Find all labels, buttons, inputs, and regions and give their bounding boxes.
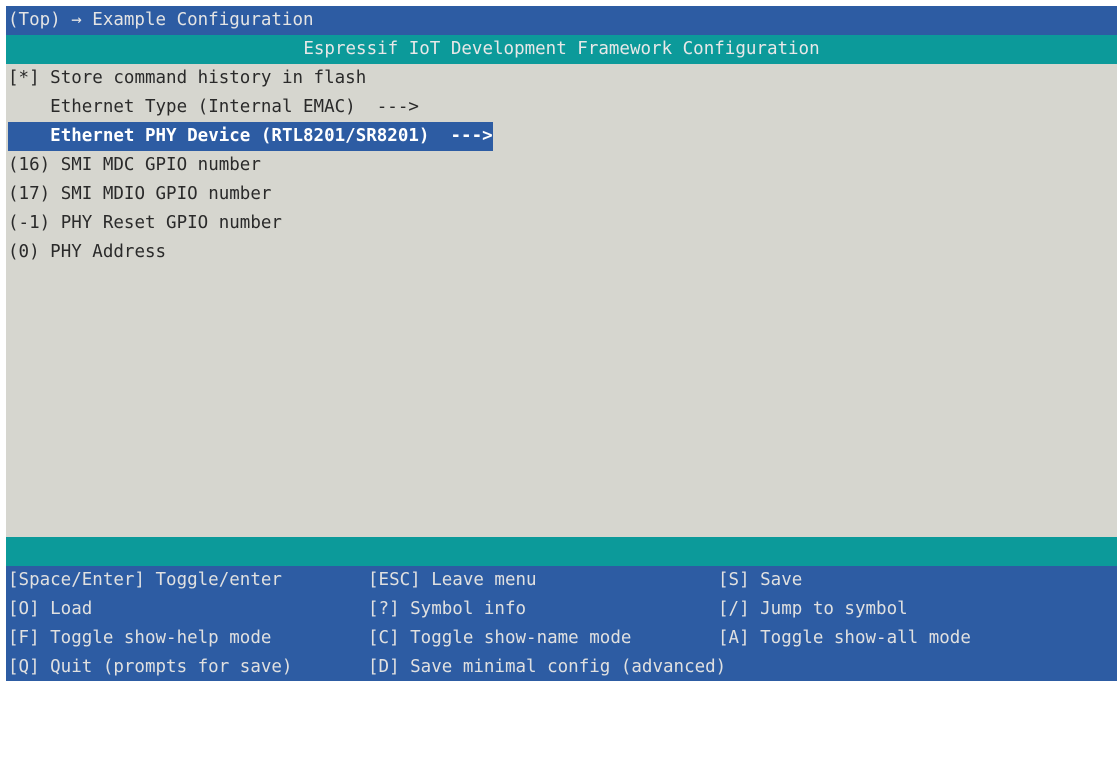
key-leave-menu[interactable]: [ESC] Leave menu xyxy=(368,566,537,595)
menu-list: [*] Store command history in flash Ether… xyxy=(6,64,1117,536)
breadcrumb: (Top) → Example Configuration xyxy=(6,6,1117,35)
key-toggle-show-all[interactable]: [A] Toggle show-all mode xyxy=(718,624,971,653)
menu-item-indent xyxy=(8,97,50,117)
key-toggle-enter[interactable]: [Space/Enter] Toggle/enter xyxy=(8,566,282,595)
key-save-minimal-config[interactable]: [D] Save minimal config (advanced) xyxy=(368,653,726,682)
menu-item-label: PHY Reset GPIO number xyxy=(60,213,282,233)
terminal-window: (Top) → Example Configuration Espressif … xyxy=(6,6,1117,681)
menu-item-label: Store command history in flash xyxy=(50,68,367,88)
menu-item-smi-mdc-gpio[interactable]: (16) SMI MDC GPIO number xyxy=(6,151,1117,180)
menu-item-phy-address[interactable]: (0) PHY Address xyxy=(6,238,1117,267)
key-quit[interactable]: [Q] Quit (prompts for save) xyxy=(8,653,292,682)
menu-item-phy-reset-gpio[interactable]: (-1) PHY Reset GPIO number xyxy=(6,209,1117,238)
menu-item-store-command-history[interactable]: [*] Store command history in flash xyxy=(6,64,1117,93)
key-save[interactable]: [S] Save xyxy=(718,566,802,595)
status-bar xyxy=(6,537,1117,566)
menu-item-label: Ethernet PHY Device (RTL8201/SR8201) ---… xyxy=(50,126,493,146)
key-help-panel: [Space/Enter] Toggle/enter [ESC] Leave m… xyxy=(6,566,1117,681)
menu-item-label: SMI MDC GPIO number xyxy=(60,155,261,175)
key-jump-to-symbol[interactable]: [/] Jump to symbol xyxy=(718,595,908,624)
key-row: [F] Toggle show-help mode [C] Toggle sho… xyxy=(6,624,1117,653)
menu-item-label: PHY Address xyxy=(50,242,167,262)
page-title: Espressif IoT Development Framework Conf… xyxy=(6,35,1117,64)
menu-item-ethernet-type[interactable]: Ethernet Type (Internal EMAC) ---> xyxy=(6,93,1117,122)
checkbox-indicator[interactable]: [*] xyxy=(8,68,50,88)
value-indicator: (17) xyxy=(8,184,61,204)
key-load[interactable]: [O] Load xyxy=(8,595,92,624)
value-indicator: (0) xyxy=(8,242,51,262)
menu-item-indent xyxy=(8,126,50,146)
key-row: [O] Load [?] Symbol info [/] Jump to sym… xyxy=(6,595,1117,624)
menu-item-smi-mdio-gpio[interactable]: (17) SMI MDIO GPIO number xyxy=(6,180,1117,209)
menu-item-label: Ethernet Type (Internal EMAC) ---> xyxy=(50,97,419,117)
value-indicator: (-1) xyxy=(8,213,61,233)
menu-item-ethernet-phy-device[interactable]: Ethernet PHY Device (RTL8201/SR8201) ---… xyxy=(6,122,1117,151)
key-row: [Space/Enter] Toggle/enter [ESC] Leave m… xyxy=(6,566,1117,595)
key-toggle-show-help[interactable]: [F] Toggle show-help mode xyxy=(8,624,271,653)
key-row: [Q] Quit (prompts for save) [D] Save min… xyxy=(6,653,1117,682)
menu-item-label: SMI MDIO GPIO number xyxy=(60,184,272,204)
key-toggle-show-name[interactable]: [C] Toggle show-name mode xyxy=(368,624,631,653)
key-symbol-info[interactable]: [?] Symbol info xyxy=(368,595,526,624)
value-indicator: (16) xyxy=(8,155,61,175)
